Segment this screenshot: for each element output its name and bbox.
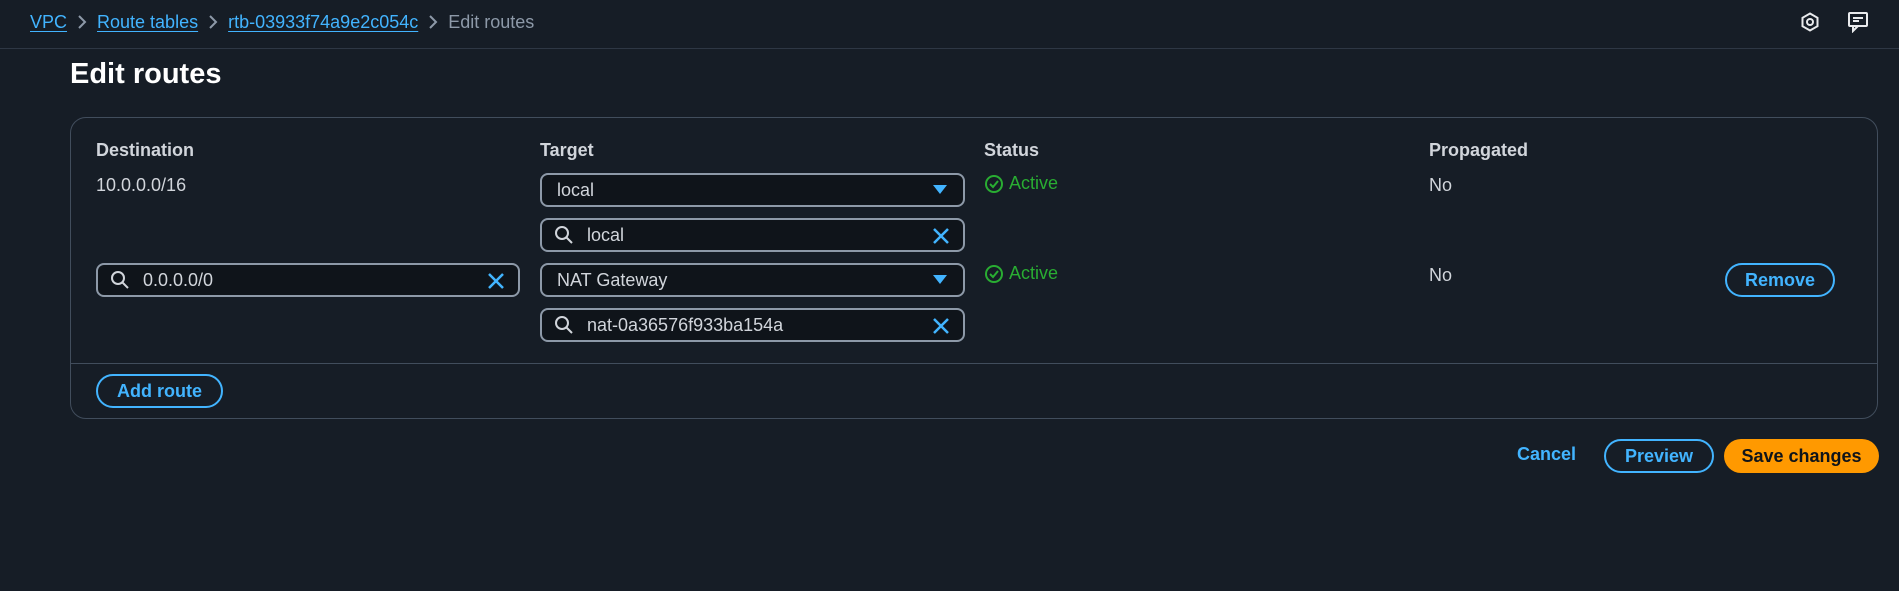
caret-down-icon <box>933 275 947 284</box>
route-propagated: No <box>1429 175 1453 195</box>
search-icon <box>554 314 576 336</box>
target-search-value: nat-0a36576f933ba154a <box>587 314 784 335</box>
target-type-value: NAT Gateway <box>557 269 668 290</box>
check-circle-icon <box>985 174 1003 193</box>
page-title: Edit routes <box>70 58 222 90</box>
target-type-select[interactable]: NAT Gateway <box>540 263 965 297</box>
column-header-status: Status <box>984 140 1040 160</box>
route-propagated: No <box>1429 265 1453 285</box>
target-search-input[interactable]: nat-0a36576f933ba154a <box>540 308 965 342</box>
remove-route-button[interactable]: Remove <box>1725 263 1835 297</box>
column-header-destination: Destination <box>96 140 195 160</box>
route-status: Active <box>984 173 1058 194</box>
chevron-right-icon <box>418 14 448 30</box>
add-route-button[interactable]: Add route <box>96 374 223 408</box>
chevron-right-icon <box>67 14 97 30</box>
header-icons <box>1798 10 1871 34</box>
cancel-button[interactable]: Cancel <box>1517 444 1576 465</box>
target-type-select[interactable]: local <box>540 173 965 207</box>
target-search-value: local <box>587 224 625 245</box>
preview-button[interactable]: Preview <box>1604 439 1714 473</box>
feedback-icon[interactable] <box>1847 10 1871 34</box>
panel-divider <box>71 363 1877 364</box>
search-icon <box>554 224 576 246</box>
target-search-input[interactable]: local <box>540 218 965 252</box>
column-header-propagated: Propagated <box>1429 140 1529 160</box>
breadcrumb-route-tables[interactable]: Route tables <box>97 12 198 33</box>
check-circle-icon <box>985 264 1003 283</box>
column-header-target: Target <box>540 140 594 160</box>
chevron-right-icon <box>198 14 228 30</box>
clear-icon[interactable] <box>931 226 951 246</box>
breadcrumb: VPC Route tables rtb-03933f74a9e2c054c E… <box>30 0 534 44</box>
save-changes-button[interactable]: Save changes <box>1724 439 1879 473</box>
routes-panel: Destination Target Status Propagated 10.… <box>70 117 1878 419</box>
settings-hex-icon[interactable] <box>1798 10 1822 34</box>
clear-icon[interactable] <box>931 316 951 336</box>
clear-icon[interactable] <box>486 271 506 291</box>
destination-input-value: 0.0.0.0/0 <box>143 269 214 290</box>
status-label: Active <box>1009 173 1059 193</box>
breadcrumb-current: Edit routes <box>448 11 535 32</box>
status-label: Active <box>1009 263 1059 283</box>
route-destination: 10.0.0.0/16 <box>96 175 187 195</box>
target-type-value: local <box>557 179 595 200</box>
search-icon <box>110 269 132 291</box>
destination-input[interactable]: 0.0.0.0/0 <box>96 263 520 297</box>
route-status: Active <box>984 263 1058 284</box>
caret-down-icon <box>933 185 947 194</box>
top-bar: VPC Route tables rtb-03933f74a9e2c054c E… <box>0 0 1899 49</box>
breadcrumb-route-table-id[interactable]: rtb-03933f74a9e2c054c <box>228 12 418 33</box>
breadcrumb-vpc[interactable]: VPC <box>30 12 67 33</box>
